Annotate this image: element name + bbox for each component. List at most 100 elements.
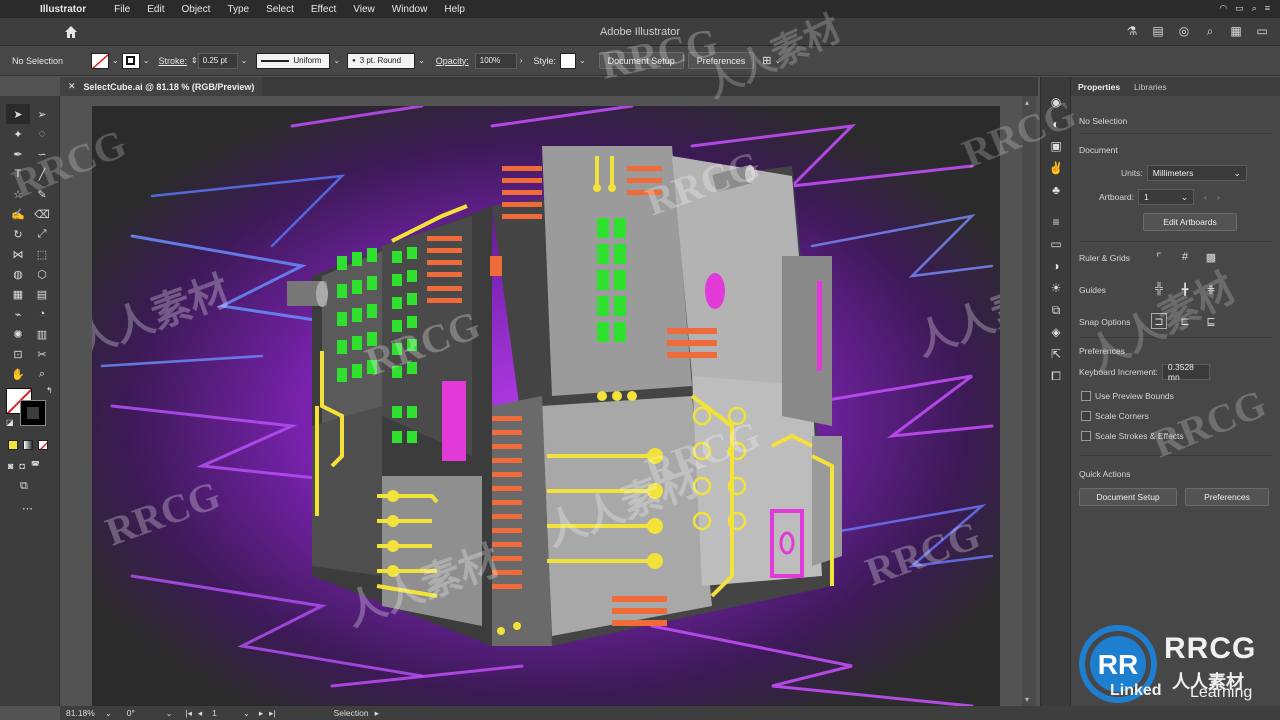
menu-type[interactable]: Type [227,4,249,15]
screen-mode-icon[interactable]: ⧉ [20,480,28,493]
snap-to-point-icon[interactable]: ⊐ [1151,313,1167,329]
perspective-grid-icon[interactable]: ▦ [6,284,30,304]
shape-builder-icon[interactable]: ◍ [6,264,30,284]
snap-to-glyph-icon[interactable]: ⊑ [1203,313,1219,329]
next-artboard-status-icon[interactable]: ▸ [259,708,263,719]
profile-chevron-icon[interactable]: ⌄ [333,56,340,65]
artboard-tool-icon[interactable]: ⊡ [6,344,30,364]
stroke-stepper-icon[interactable]: ⇕ [191,56,198,65]
grid-icon[interactable]: # [1177,249,1193,265]
gradient-mode-icon[interactable] [23,440,33,450]
draw-behind-icon[interactable]: ◘ [19,460,24,471]
export-icon[interactable]: ⇱ [1041,343,1071,365]
scroll-down-icon[interactable]: ▾ [1025,695,1029,704]
graph-tool-icon[interactable]: ▥ [30,324,54,344]
hand-tool-icon[interactable]: ✋ [6,364,30,384]
style-swatch[interactable] [559,52,576,69]
arrange-icon[interactable]: ⊞ [762,54,771,67]
last-artboard-icon[interactable]: ▸| [269,708,275,719]
menu-effect[interactable]: Effect [311,4,336,15]
prev-artboard-status-icon[interactable]: ◂ [198,708,202,719]
draw-inside-icon[interactable]: ◚ [31,460,40,471]
type-tool-icon[interactable]: T [6,164,30,184]
keyboard-increment-field[interactable]: 0.3528 mn [1161,362,1210,382]
libraries-icon[interactable]: ⧠ [1041,365,1071,387]
artboard-number-field[interactable]: 1 [212,708,240,718]
paintbrush-tool-icon[interactable]: ✍ [6,204,30,224]
rotation-chevron-icon[interactable]: ⌄ [166,709,173,718]
quick-document-setup-button[interactable]: Document Setup [1079,488,1177,506]
edit-artboards-button[interactable]: Edit Artboards [1143,213,1237,231]
line-tool-icon[interactable]: ╱ [30,164,54,184]
opacity-chevron-icon[interactable]: › [520,56,523,65]
fill-stroke-widget[interactable]: ↰ ◪ [6,386,53,428]
lasso-icon[interactable]: ◌ [30,124,54,144]
curvature-tool-icon[interactable]: ∽ [30,144,54,164]
symbol-sprayer-icon[interactable]: ✺ [6,324,30,344]
opacity-field[interactable]: 100% [474,52,517,69]
free-transform-icon[interactable]: ⬚ [30,244,54,264]
artboards-panel-icon[interactable]: ⧉ [1041,299,1071,321]
draw-normal-icon[interactable]: ◙ [8,460,13,471]
use-preview-bounds-checkbox[interactable] [1081,391,1091,401]
edit-toolbar-icon[interactable]: ⋯ [22,502,33,515]
document-setup-button[interactable]: Document Setup [598,52,684,69]
magic-wand-icon[interactable]: ✦ [6,124,30,144]
app-menu[interactable]: Illustrator [40,4,86,15]
lock-guides-icon[interactable]: ╋ [1177,281,1193,297]
swap-fill-stroke-icon[interactable]: ↰ [46,386,53,395]
stroke-swatch[interactable] [121,52,140,69]
workspace-icon[interactable]: ▦ [1228,23,1244,39]
style-chevron-icon[interactable]: ⌄ [579,56,586,65]
units-select[interactable]: Millimeters ⌄ [1146,165,1247,181]
close-tab-icon[interactable]: ✕ [68,81,76,92]
tab-properties[interactable]: Properties [1071,77,1127,96]
stroke-label[interactable]: Stroke: [158,56,187,66]
eyedropper-icon[interactable]: ⌁ [6,304,30,324]
appearance-icon[interactable]: ◉ [1041,91,1071,113]
artboard-select[interactable]: 1 ⌄ [1137,189,1194,205]
menu-object[interactable]: Object [181,4,210,15]
fill-swatch[interactable] [91,52,110,69]
puppet-icon[interactable]: ✌ [1041,157,1071,179]
quick-preferences-button[interactable]: Preferences [1185,488,1269,506]
scale-tool-icon[interactable]: ⤢ [30,224,54,244]
fill-chevron-icon[interactable]: ⌄ [112,56,119,65]
align-icon[interactable]: ≡ [1041,211,1071,233]
image-trace-icon[interactable]: ▣ [1041,135,1071,157]
flask-icon[interactable]: ⚗ [1124,23,1140,39]
direct-selection-tool-icon[interactable]: ➢ [30,104,54,124]
star-tool-icon[interactable]: ☆ [6,184,30,204]
stroke-weight-field[interactable]: 0.25 pt [197,52,238,69]
transparency-grid-icon[interactable]: ▩ [1203,249,1219,265]
scroll-up-icon[interactable]: ▴ [1025,98,1029,107]
color-mode-icon[interactable] [8,440,18,450]
tab-libraries[interactable]: Libraries [1127,77,1174,96]
show-guides-icon[interactable]: ╬ [1151,281,1167,297]
next-artboard-icon[interactable]: › [1217,192,1220,202]
selection-tool-icon[interactable]: ➤ [6,104,30,124]
smart-guides-icon[interactable]: ⋕ [1203,281,1219,297]
pencil-tool-icon[interactable]: ✎ [30,184,54,204]
live-paint-icon[interactable]: ⬡ [30,264,54,284]
gradient-panel-icon[interactable]: ▭ [1041,233,1071,255]
document-tab[interactable]: ✕ SelectCube.ai @ 81.18 % (RGB/Preview) [60,77,263,96]
rotate-tool-icon[interactable]: ↻ [6,224,30,244]
brush-definition[interactable]: ● 3 pt. Round [347,52,416,69]
default-colors-icon[interactable]: ◪ [6,418,14,427]
none-mode-icon[interactable] [38,440,48,450]
symbols-icon[interactable]: ♣ [1041,179,1071,201]
status-arrow-icon[interactable]: ▸ [375,708,379,719]
brush-chevron-icon[interactable]: ⌄ [418,56,425,65]
ruler-icon[interactable]: ⌜ [1151,249,1167,265]
discover-icon[interactable]: ◎ [1176,23,1192,39]
menu-help[interactable]: Help [444,4,465,15]
menu-file[interactable]: File [114,4,130,15]
menu-view[interactable]: View [353,4,375,15]
search-icon[interactable]: ⌕ [1202,23,1218,39]
scale-corners-checkbox[interactable] [1081,411,1091,421]
control-center-icon[interactable]: ≡ [1265,3,1270,14]
gradient-tool-icon[interactable]: ▤ [30,284,54,304]
pen-tool-icon[interactable]: ✒ [6,144,30,164]
opacity-label[interactable]: Opacity: [436,56,469,66]
